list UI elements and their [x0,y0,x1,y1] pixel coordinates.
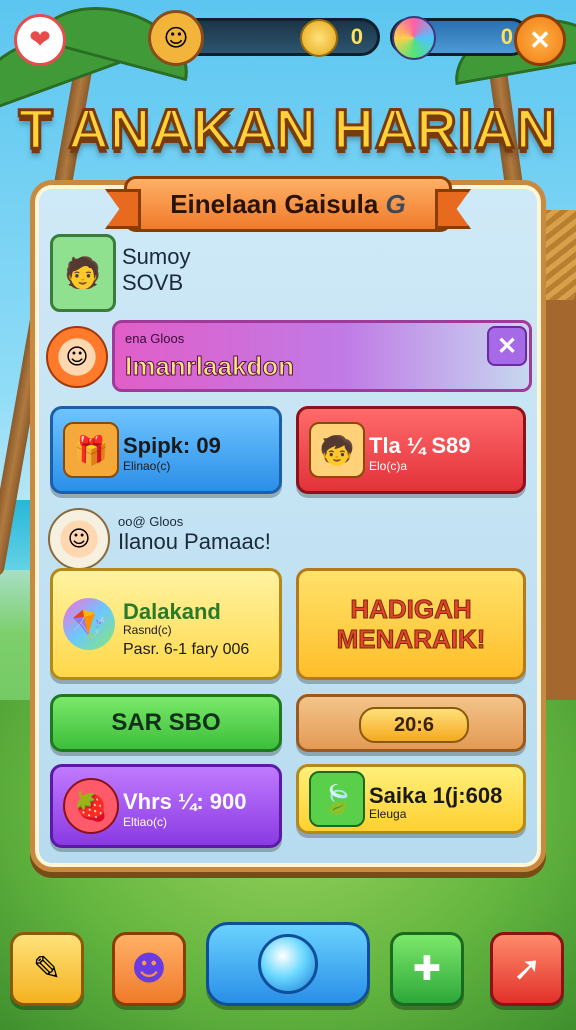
timer-pill: 20:6 [359,707,469,743]
nav-home-button[interactable] [206,922,370,1006]
nav-pencil-button[interactable]: ✎ [10,932,84,1006]
coin-value: 0 [350,24,363,49]
card-detail: Pasr. 6-1 fary 006 [123,641,250,658]
banner-small: ena Gloos [125,331,185,346]
card-title: Dalakand [123,599,221,624]
wrench-icon: ✚ [412,949,442,989]
card-sub: Rasnd(c) [123,623,172,637]
gem-value: 0 [500,24,513,49]
arrow-icon: ➚ [512,949,542,989]
task-card-purple[interactable]: 🍓 Vhrs ¼: 900 Eltiao(c) [50,764,282,848]
reward-banner[interactable]: HADIGAH MENARAIK! [296,568,526,680]
task-card-blue[interactable]: 🎁 Spipk: 09 Elinao(c) [50,406,282,494]
card-sub: Eleuga [369,807,407,821]
nav-tools-button[interactable]: ✚ [390,932,464,1006]
pencil-icon: ✎ [32,949,62,989]
section-small: oo@ Gloos [118,514,184,529]
pet-icon: ☻ [131,949,167,989]
character-portrait-icon[interactable]: 🧑 [50,234,116,312]
timer-card: 20:6 [296,694,526,752]
fruit-icon: 🍓 [63,778,119,834]
card-value: Tla ¼ S89 [369,433,471,458]
profile-name: Sumoy [122,244,191,269]
heart-icon[interactable]: ❤ [14,14,66,66]
player-avatar-icon[interactable]: ☺ [148,10,204,66]
card-value: Spipk: 09 [123,433,221,458]
flower-character-icon: ☺ [46,326,108,388]
chest-icon: 🎁 [63,422,119,478]
coin-icon [300,19,338,57]
card-value: Saika 1(j:608 [369,783,503,808]
quest-banner[interactable]: ena Gloos Imanrlaakdon [112,320,532,392]
card-value: Vhrs ¼: 900 [123,789,247,814]
reward-card-kite[interactable]: 🪁 Dalakand Rasnd(c) Pasr. 6-1 fary 006 [50,568,282,680]
section-label: oo@ Gloos Ilanou Pamaac! [118,514,271,555]
nav-arrow-button[interactable]: ➚ [490,932,564,1006]
section-title: Ilanou Pamaac! [118,529,271,554]
page-title: T ANAKAN HARIAN [17,96,558,162]
orb-icon [258,934,318,994]
green-action-button[interactable]: SAR SBO [50,694,282,752]
banner-title: Imanrlaakdon [124,351,295,382]
panel-ribbon: Einelaan Gaisula G [105,176,471,232]
profile-info: Sumoy SOVB [122,244,190,296]
card-sub: Elo(c)a [369,459,408,473]
gem-icon [392,16,436,60]
villager-character-icon: ☺ [48,508,110,570]
ribbon-title: Einelaan Gaisula [170,188,379,219]
kite-icon: 🪁 [63,598,115,650]
close-button[interactable]: ✕ [514,14,566,66]
banner-close-button[interactable]: ✕ [487,326,527,366]
task-card-red[interactable]: 🧒 Tla ¼ S89 Elo(c)a [296,406,526,494]
task-card-yellow[interactable]: 🍃 Saika 1(j:608 Eleuga [296,764,526,834]
top-bar: ❤ 0 ☺ 0 ✕ [10,10,566,66]
leaf-icon: 🍃 [309,771,365,827]
character-icon: 🧒 [309,422,365,478]
nav-pet-button[interactable]: ☻ [112,932,186,1006]
card-sub: Eltiao(c) [123,815,168,829]
card-sub: Elinao(c) [123,459,171,473]
ribbon-icon: G [385,188,406,219]
profile-sub: SOVB [122,270,184,295]
